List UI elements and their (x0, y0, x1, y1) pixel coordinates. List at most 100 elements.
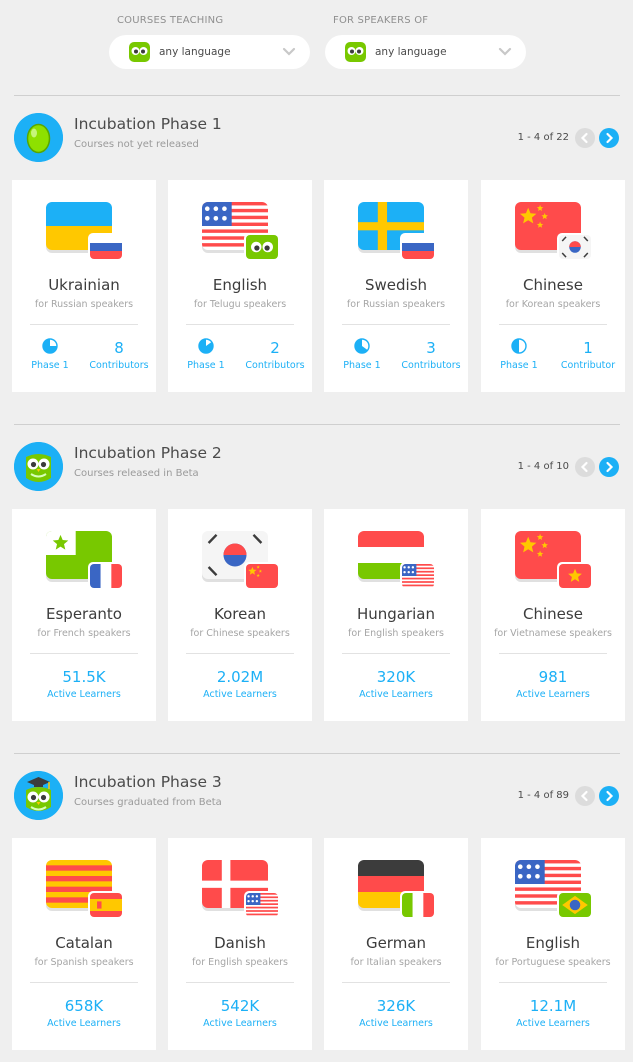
course-speakers: for Chinese speakers (190, 628, 290, 639)
usa-flag-icon (202, 202, 280, 262)
course-filters: COURSES TEACHING any language FOR SPEAKE… (0, 0, 633, 95)
next-page-button[interactable] (599, 786, 619, 806)
esperanto-flag-icon (46, 531, 124, 591)
contributors-label: Contributors (245, 360, 305, 371)
pager-count: 1 - 4 of 22 (517, 132, 569, 143)
prev-page-button[interactable] (575, 786, 595, 806)
course-speakers: for Spanish speakers (34, 957, 134, 968)
chevron-right-icon (606, 461, 614, 473)
phase-progress: Phase 1 (495, 338, 543, 371)
course-card[interactable]: Swedish for Russian speakers Phase 1 3 C… (324, 180, 468, 392)
owl-icon (14, 442, 63, 491)
speakers-of-value: any language (375, 46, 447, 58)
usa-flag-icon (515, 860, 593, 920)
learners-stat: 12.1M Active Learners (481, 998, 625, 1029)
china-flag-icon (515, 202, 593, 262)
course-language: Swedish (364, 276, 428, 294)
course-card[interactable]: Chinese for Vietnamese speakers 981 Acti… (481, 509, 625, 721)
course-card[interactable]: English for Telugu speakers Phase 1 2 Co… (168, 180, 312, 392)
speakers-of-label: FOR SPEAKERS OF (333, 15, 429, 26)
contributors-stat: 1 Contributor (551, 340, 625, 371)
learners-count: 12.1M (529, 997, 577, 1015)
learners-stat: 51.5K Active Learners (12, 669, 156, 700)
speakers-of-select[interactable]: any language (325, 35, 526, 69)
learners-count: 2.02M (216, 668, 264, 686)
section-title: Incubation Phase 2 (74, 444, 222, 462)
section-pager: 1 - 4 of 89 (490, 785, 620, 807)
learners-count: 320K (376, 668, 416, 686)
section-header: Incubation Phase 1 Courses not yet relea… (14, 113, 620, 169)
section-pager: 1 - 4 of 22 (490, 127, 620, 149)
learners-count: 51.5K (62, 668, 106, 686)
course-speakers: for English speakers (192, 957, 288, 968)
learners-count: 981 (538, 668, 568, 686)
pager-count: 1 - 4 of 10 (517, 461, 569, 472)
learners-label: Active Learners (47, 1018, 121, 1029)
card-divider (186, 982, 294, 983)
contributors-stat: 2 Contributors (238, 340, 312, 371)
course-speakers: for Telugu speakers (193, 299, 287, 310)
course-language: Chinese (523, 605, 583, 623)
course-language: German (365, 934, 427, 952)
course-card[interactable]: German for Italian speakers 326K Active … (324, 838, 468, 1050)
course-language: English (212, 276, 268, 294)
contributors-label: Contributor (560, 360, 616, 371)
card-divider (30, 653, 138, 654)
divider (14, 424, 620, 425)
learners-label: Active Learners (359, 1018, 433, 1029)
section-subtitle: Courses released in Beta (74, 468, 199, 479)
contributors-stat: 3 Contributors (394, 340, 468, 371)
course-card[interactable]: Ukrainian for Russian speakers Phase 1 8… (12, 180, 156, 392)
course-speakers: for Italian speakers (350, 957, 442, 968)
courses-teaching-value: any language (159, 46, 231, 58)
prev-page-button[interactable] (575, 457, 595, 477)
course-cards: Ukrainian for Russian speakers Phase 1 8… (12, 180, 625, 392)
course-speakers: for Korean speakers (505, 299, 601, 310)
course-card[interactable]: Esperanto for French speakers 51.5K Acti… (12, 509, 156, 721)
learners-label: Active Learners (203, 1018, 277, 1029)
course-language: Ukrainian (48, 276, 120, 294)
course-card[interactable]: Danish for English speakers 542K Active … (168, 838, 312, 1050)
learners-label: Active Learners (516, 689, 590, 700)
course-speakers: for Russian speakers (34, 299, 134, 310)
learners-label: Active Learners (359, 689, 433, 700)
chevron-down-icon (282, 47, 296, 56)
section-header: Incubation Phase 2 Courses released in B… (14, 442, 620, 498)
hungary-flag-icon (358, 531, 436, 591)
courses-teaching-select[interactable]: any language (109, 35, 310, 69)
course-card[interactable]: Chinese for Korean speakers Phase 1 1 Co… (481, 180, 625, 392)
course-language: Danish (214, 934, 266, 952)
chevron-left-icon (580, 132, 588, 144)
course-card[interactable]: Hungarian for English speakers 320K Acti… (324, 509, 468, 721)
contributors-stat: 8 Contributors (82, 340, 156, 371)
next-page-button[interactable] (599, 128, 619, 148)
card-divider (30, 324, 138, 325)
chevron-right-icon (606, 132, 614, 144)
phase-label: Phase 1 (187, 360, 225, 371)
sweden-flag-icon (358, 202, 436, 262)
card-divider (499, 982, 607, 983)
korea-flag-icon (202, 531, 280, 591)
contributors-count: 2 (270, 339, 280, 357)
phase-label: Phase 1 (500, 360, 538, 371)
prev-page-button[interactable] (575, 128, 595, 148)
learners-stat: 2.02M Active Learners (168, 669, 312, 700)
course-card[interactable]: English for Portuguese speakers 12.1M Ac… (481, 838, 625, 1050)
course-card[interactable]: Korean for Chinese speakers 2.02M Active… (168, 509, 312, 721)
phase-progress-icon (182, 338, 230, 354)
learners-label: Active Learners (47, 689, 121, 700)
card-divider (186, 324, 294, 325)
germany-flag-icon (358, 860, 436, 920)
next-page-button[interactable] (599, 457, 619, 477)
section-title: Incubation Phase 3 (74, 773, 222, 791)
course-card[interactable]: Catalan for Spanish speakers 658K Active… (12, 838, 156, 1050)
learners-stat: 981 Active Learners (481, 669, 625, 700)
section-pager: 1 - 4 of 10 (490, 456, 620, 478)
learners-label: Active Learners (516, 1018, 590, 1029)
phase-label: Phase 1 (343, 360, 381, 371)
course-language: English (525, 934, 581, 952)
course-cards: Esperanto for French speakers 51.5K Acti… (12, 509, 625, 721)
learners-count: 658K (64, 997, 104, 1015)
phase-progress-icon (495, 338, 543, 354)
learners-stat: 542K Active Learners (168, 998, 312, 1029)
